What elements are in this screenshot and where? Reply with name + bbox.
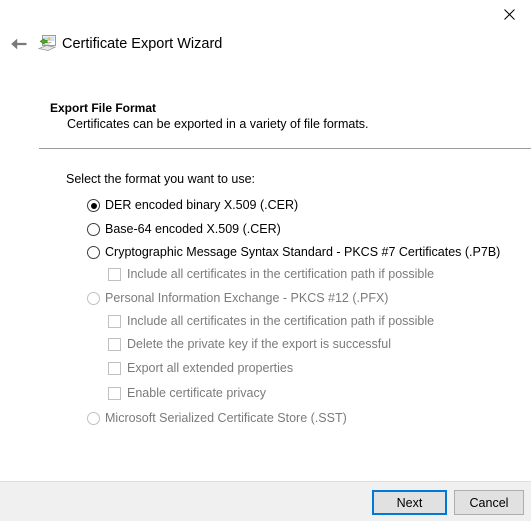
radio-button-icon[interactable] xyxy=(87,223,100,236)
format-radio-option[interactable]: DER encoded binary X.509 (.CER) xyxy=(87,198,298,213)
checkbox-icon xyxy=(108,315,121,328)
option-label: Delete the private key if the export is … xyxy=(127,337,391,352)
checkbox-icon xyxy=(108,268,121,281)
next-button[interactable]: Next xyxy=(372,490,447,515)
radio-button-icon xyxy=(87,292,100,305)
close-button[interactable] xyxy=(487,0,531,28)
back-arrow-icon xyxy=(9,36,29,55)
option-label: Microsoft Serialized Certificate Store (… xyxy=(105,411,347,426)
checkbox-icon xyxy=(108,338,121,351)
option-label: Include all certificates in the certific… xyxy=(127,314,434,329)
format-radio-option[interactable]: Base-64 encoded X.509 (.CER) xyxy=(87,222,281,237)
certificate-export-icon xyxy=(37,34,57,54)
option-label: Base-64 encoded X.509 (.CER) xyxy=(105,222,281,237)
option-label: Enable certificate privacy xyxy=(127,386,266,401)
format-radio-option: Personal Information Exchange - PKCS #12… xyxy=(87,291,388,306)
format-checkbox-option: Enable certificate privacy xyxy=(108,386,266,401)
format-radio-option[interactable]: Cryptographic Message Syntax Standard - … xyxy=(87,245,500,260)
format-radio-option: Microsoft Serialized Certificate Store (… xyxy=(87,411,347,426)
title-bar: Certificate Export Wizard xyxy=(0,0,531,70)
page-subtitle: Certificates can be exported in a variet… xyxy=(67,117,369,131)
footer-bar: Next Cancel xyxy=(0,481,531,521)
option-label: DER encoded binary X.509 (.CER) xyxy=(105,198,298,213)
cancel-button[interactable]: Cancel xyxy=(454,490,524,515)
format-checkbox-option: Include all certificates in the certific… xyxy=(108,314,434,329)
header-divider xyxy=(39,148,531,149)
radio-button-icon[interactable] xyxy=(87,199,100,212)
option-label: Export all extended properties xyxy=(127,361,293,376)
option-label: Include all certificates in the certific… xyxy=(127,267,434,282)
option-label: Personal Information Exchange - PKCS #12… xyxy=(105,291,388,306)
page-title: Export File Format xyxy=(50,101,156,115)
format-checkbox-option: Delete the private key if the export is … xyxy=(108,337,391,352)
checkbox-icon xyxy=(108,387,121,400)
format-checkbox-option: Include all certificates in the certific… xyxy=(108,267,434,282)
back-button[interactable] xyxy=(6,32,32,58)
close-icon xyxy=(504,9,515,20)
radio-button-icon xyxy=(87,412,100,425)
format-prompt: Select the format you want to use: xyxy=(66,172,255,186)
window-title: Certificate Export Wizard xyxy=(62,34,222,54)
option-label: Cryptographic Message Syntax Standard - … xyxy=(105,245,500,260)
format-checkbox-option: Export all extended properties xyxy=(108,361,293,376)
checkbox-icon xyxy=(108,362,121,375)
radio-button-icon[interactable] xyxy=(87,246,100,259)
